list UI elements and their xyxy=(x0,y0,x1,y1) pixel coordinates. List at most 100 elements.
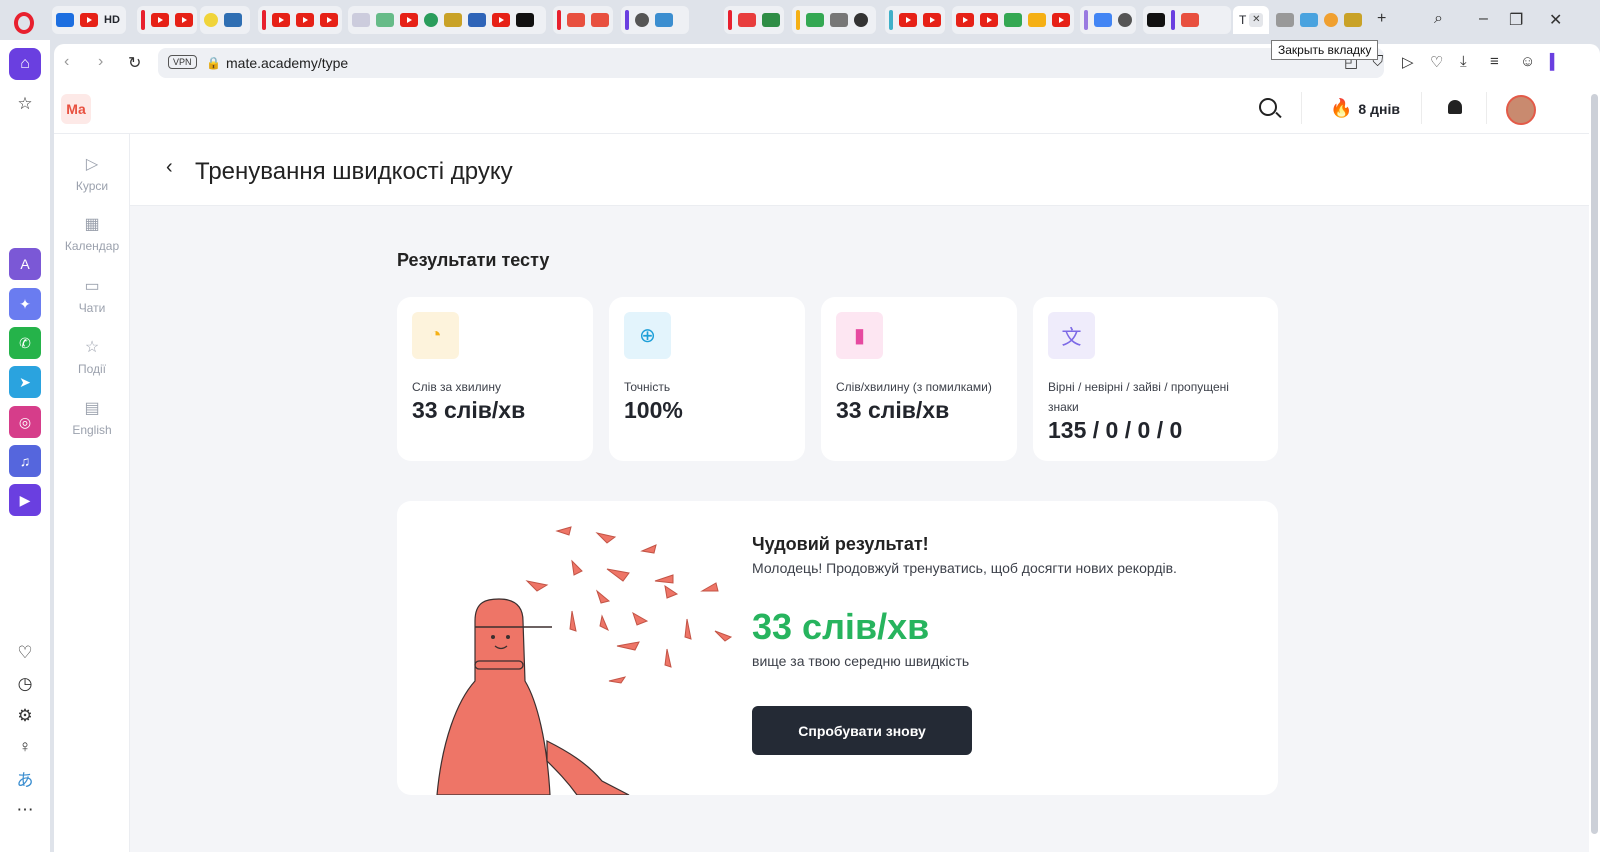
active-tab[interactable]: Т ✕ xyxy=(1233,6,1269,34)
tab-group[interactable] xyxy=(621,6,689,34)
maps-tab-icon[interactable] xyxy=(1004,13,1022,27)
mate-logo[interactable]: Ма xyxy=(61,94,91,124)
avatar[interactable] xyxy=(1506,95,1536,125)
tab-close-icon[interactable]: ✕ xyxy=(1249,13,1264,27)
nav-item-events[interactable]: ☆ Події xyxy=(54,337,130,376)
messenger-icon[interactable]: ✦ xyxy=(9,288,41,320)
tab-group[interactable] xyxy=(1272,6,1372,34)
tab-favicon[interactable] xyxy=(854,13,868,27)
back-icon[interactable]: ‹ xyxy=(64,53,69,71)
heart-icon[interactable]: ♡ xyxy=(9,637,41,669)
url-field[interactable]: VPN 🔒 mate.academy/type xyxy=(158,48,1384,78)
youtube-tab-icon[interactable] xyxy=(151,13,169,27)
youtube-tab-icon[interactable] xyxy=(492,13,510,27)
tab-favicon[interactable] xyxy=(655,13,673,27)
tab-group[interactable] xyxy=(348,6,546,34)
youtube-tab-icon[interactable] xyxy=(400,13,418,27)
lock-icon[interactable]: 🔒 xyxy=(206,56,221,70)
download-icon[interactable]: ⤓ xyxy=(1460,53,1467,70)
menu-bar-icon[interactable]: ▍ xyxy=(1550,53,1562,71)
tab-group[interactable]: HD xyxy=(52,6,126,34)
tab-search-icon[interactable]: ⌕ xyxy=(1434,10,1443,28)
nav-item-chats[interactable]: ▭ Чати xyxy=(54,276,130,315)
tab-favicon[interactable] xyxy=(1344,13,1362,27)
video-player-icon[interactable]: ▶ xyxy=(9,484,41,516)
maximize-icon[interactable]: ❐ xyxy=(1509,10,1523,30)
tab-favicon[interactable] xyxy=(376,13,394,27)
close-window-icon[interactable]: ✕ xyxy=(1549,10,1562,30)
new-tab-icon[interactable]: + xyxy=(1377,10,1386,28)
telegram-icon[interactable]: ➤ xyxy=(9,366,41,398)
try-again-button[interactable]: Спробувати знову xyxy=(752,706,972,755)
tips-bulb-icon[interactable]: ♀ xyxy=(9,731,41,763)
youtube-tab-icon[interactable] xyxy=(1052,13,1070,27)
search-icon[interactable] xyxy=(1259,98,1277,116)
mate-tab-icon[interactable] xyxy=(567,13,585,27)
tab-favicon[interactable] xyxy=(762,13,780,27)
tab-group[interactable] xyxy=(885,6,945,34)
heart-icon[interactable]: ♡ xyxy=(1430,53,1443,71)
tab-group[interactable] xyxy=(200,6,250,34)
mate-tab-icon[interactable] xyxy=(1181,13,1199,27)
nav-item-calendar[interactable]: ▦ Календар xyxy=(54,214,130,253)
tab-favicon[interactable] xyxy=(444,13,462,27)
tab-favicon[interactable] xyxy=(468,13,486,27)
tab-favicon[interactable] xyxy=(1147,13,1165,27)
translate-icon[interactable]: あ xyxy=(9,762,41,794)
tab-group[interactable] xyxy=(258,6,342,34)
url-text[interactable]: mate.academy/type xyxy=(226,55,348,71)
tab-favicon[interactable] xyxy=(1276,13,1294,27)
tab-favicon[interactable] xyxy=(635,13,649,27)
back-arrow-icon[interactable]: ‹ xyxy=(166,156,173,179)
youtube-tab-icon[interactable] xyxy=(956,13,974,27)
forward-icon[interactable]: › xyxy=(98,53,103,71)
tab-favicon[interactable] xyxy=(1300,13,1318,27)
home-icon[interactable]: ⌂ xyxy=(9,48,41,80)
tab-group[interactable] xyxy=(952,6,1074,34)
youtube-tab-icon[interactable] xyxy=(320,13,338,27)
youtube-tab-icon[interactable] xyxy=(923,13,941,27)
youtube-tab-icon[interactable] xyxy=(980,13,998,27)
bookmarks-star-icon[interactable]: ☆ xyxy=(9,88,41,120)
easy-setup-icon[interactable]: ≡ xyxy=(1490,53,1499,70)
tab-group[interactable] xyxy=(792,6,876,34)
tab-favicon[interactable] xyxy=(204,13,218,27)
tab-group[interactable] xyxy=(1080,6,1136,34)
tab-group[interactable] xyxy=(1143,6,1231,34)
settings-gear-icon[interactable]: ⚙ xyxy=(9,700,41,732)
profile-icon[interactable]: ☺ xyxy=(1520,53,1535,70)
youtube-tab-icon[interactable] xyxy=(175,13,193,27)
minimize-icon[interactable]: – xyxy=(1479,10,1488,28)
vpn-badge[interactable]: VPN xyxy=(168,55,197,69)
tab-favicon[interactable] xyxy=(56,13,74,27)
whatsapp-icon[interactable]: ✆ xyxy=(9,327,41,359)
history-icon[interactable]: ◷ xyxy=(9,668,41,700)
tab-favicon[interactable] xyxy=(1118,13,1132,27)
tab-favicon[interactable] xyxy=(738,13,756,27)
tab-favicon[interactable] xyxy=(830,13,848,27)
tab-hd-label[interactable]: HD xyxy=(104,14,120,26)
youtube-tab-icon[interactable] xyxy=(296,13,314,27)
tab-favicon[interactable] xyxy=(352,13,370,27)
tab-favicon[interactable] xyxy=(806,13,824,27)
nav-item-english[interactable]: ▤ English xyxy=(54,398,130,437)
tab-group[interactable] xyxy=(137,6,197,34)
youtube-tab-icon[interactable] xyxy=(899,13,917,27)
page-scrollbar[interactable] xyxy=(1589,82,1600,852)
tab-group[interactable] xyxy=(724,6,784,34)
tab-favicon[interactable] xyxy=(224,13,242,27)
google-tab-icon[interactable] xyxy=(1094,13,1112,27)
more-icon[interactable]: ⋯ xyxy=(9,794,41,826)
tab-favicon[interactable] xyxy=(424,13,438,27)
reload-icon[interactable]: ↻ xyxy=(128,53,141,73)
notifications-bell-icon[interactable] xyxy=(1448,100,1462,114)
mate-tab-icon[interactable] xyxy=(591,13,609,27)
music-player-icon[interactable]: ♫ xyxy=(9,445,41,477)
tab-favicon[interactable] xyxy=(516,13,534,27)
youtube-tab-icon[interactable] xyxy=(272,13,290,27)
opera-logo-icon[interactable] xyxy=(14,12,34,34)
streak-indicator[interactable]: 🔥 8 днів xyxy=(1330,98,1400,119)
tab-group[interactable] xyxy=(553,6,613,34)
youtube-tab-icon[interactable] xyxy=(80,13,98,27)
tab-favicon[interactable] xyxy=(1324,13,1338,27)
